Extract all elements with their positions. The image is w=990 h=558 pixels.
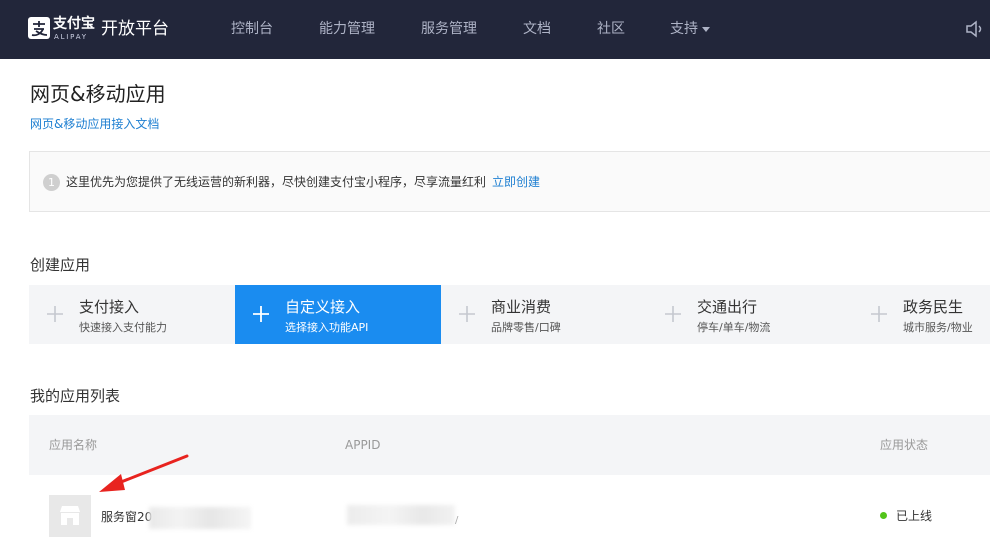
nav-support-label: 支持 (670, 21, 698, 37)
card-subtitle: 品牌零售/口碑 (491, 321, 561, 334)
app-status: 已上线 (896, 509, 933, 523)
card-subtitle: 快速接入支付能力 (79, 321, 167, 334)
create-card-government[interactable]: 政务民生 城市服务/物业 (853, 285, 990, 344)
plus-icon (459, 306, 475, 322)
plus-icon (665, 306, 681, 322)
redacted-appid-tail: / (455, 515, 459, 526)
create-card-transport[interactable]: 交通出行 停车/单车/物流 (647, 285, 853, 344)
nav-capability-management[interactable]: 能力管理 (319, 19, 375, 39)
notice-message: 这里优先为您提供了无线运营的新利器，尽快创建支付宝小程序，尽享流量红利 (66, 175, 487, 189)
nav-console[interactable]: 控制台 (231, 19, 273, 39)
card-title: 政务民生 (903, 298, 964, 316)
card-title: 自定义接入 (285, 298, 361, 316)
nav-service-management[interactable]: 服务管理 (421, 19, 477, 39)
app-icon (49, 495, 91, 537)
nav-community[interactable]: 社区 (597, 19, 625, 39)
plus-icon (47, 306, 63, 322)
top-navigation-bar: 支付宝 ALIPAY 开放平台 控制台 能力管理 服务管理 文档 社区 支持 (0, 0, 990, 59)
nav-docs[interactable]: 文档 (523, 19, 551, 39)
card-subtitle: 城市服务/物业 (903, 321, 973, 334)
card-subtitle: 停车/单车/物流 (697, 321, 771, 334)
page-title: 网页&移动应用 (30, 82, 166, 106)
doc-link[interactable]: 网页&移动应用接入文档 (30, 115, 159, 133)
nav-support[interactable]: 支持 (670, 19, 710, 39)
my-apps-heading: 我的应用列表 (30, 387, 121, 405)
create-card-custom[interactable]: 自定义接入 选择接入功能API (235, 285, 441, 344)
create-app-options: 支付接入 快速接入支付能力 自定义接入 选择接入功能API 商业消费 品牌零售/… (29, 285, 990, 344)
app-name[interactable]: 服务窗20 (101, 509, 152, 525)
plus-icon (253, 306, 269, 322)
column-app-status: 应用状态 (880, 438, 929, 452)
alipay-logo-icon[interactable] (28, 17, 50, 39)
redacted-app-name (149, 507, 251, 529)
status-online-dot (880, 512, 887, 519)
notice-text: 这里优先为您提供了无线运营的新利器，尽快创建支付宝小程序，尽享流量红利 立即创建 (66, 173, 540, 191)
column-appid: APPID (345, 438, 381, 452)
notice-number-badge: 1 (43, 174, 60, 191)
card-title: 交通出行 (697, 298, 758, 316)
annotation-arrow-icon (99, 454, 189, 492)
notice-banner: 1 这里优先为您提供了无线运营的新利器，尽快创建支付宝小程序，尽享流量红利 立即创… (29, 151, 990, 212)
card-title: 商业消费 (491, 298, 552, 316)
create-now-link[interactable]: 立即创建 (492, 175, 540, 189)
logo-subtext: ALIPAY (54, 33, 88, 41)
card-subtitle: 选择接入功能API (285, 321, 369, 334)
column-app-name: 应用名称 (49, 438, 98, 452)
platform-title[interactable]: 开放平台 (101, 18, 169, 40)
chevron-down-icon (702, 26, 710, 32)
create-app-heading: 创建应用 (30, 256, 91, 274)
create-card-payment[interactable]: 支付接入 快速接入支付能力 (29, 285, 235, 344)
redacted-appid (347, 505, 455, 525)
create-card-commerce[interactable]: 商业消费 品牌零售/口碑 (441, 285, 647, 344)
plus-icon (871, 306, 887, 322)
logo-text: 支付宝 (53, 16, 95, 32)
card-title: 支付接入 (79, 298, 140, 316)
store-icon (60, 506, 80, 525)
speaker-icon[interactable] (965, 19, 987, 39)
